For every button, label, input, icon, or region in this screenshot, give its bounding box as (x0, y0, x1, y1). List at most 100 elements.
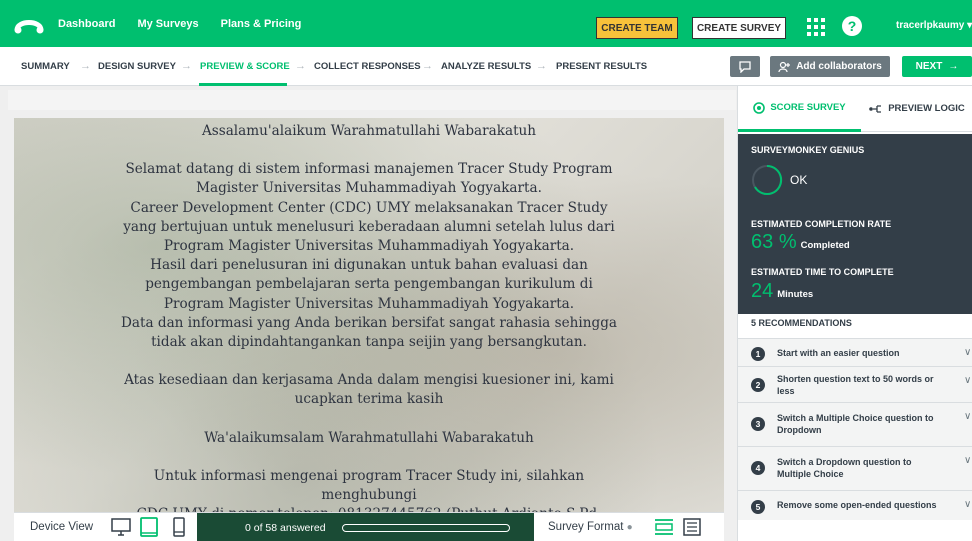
intro-line: Career Development Center (CDC) UMY mela… (130, 199, 608, 216)
device-view-label: Device View (30, 521, 94, 533)
intro-line: pengembangan pembelajaran serta pengemba… (145, 276, 593, 293)
recommendation-text: Shorten question text to 50 words or les… (777, 374, 934, 396)
tab-preview-logic[interactable]: PREVIEW LOGIC (861, 86, 972, 132)
tab-logic-label: PREVIEW LOGIC (888, 103, 965, 114)
recommendation-number: 5 (751, 500, 765, 514)
create-survey-button[interactable]: CREATE SURVEY (692, 17, 786, 39)
score-icon (753, 101, 766, 114)
tab-score-label: SCORE SURVEY (770, 102, 846, 113)
step-collect-responses[interactable]: COLLECT RESPONSES (314, 61, 421, 72)
step-present-results[interactable]: PRESENT RESULTS (556, 61, 647, 72)
step-design-survey[interactable]: DESIGN SURVEY (98, 61, 176, 72)
genius-heading: SURVEYMONKEY GENIUS (751, 145, 865, 155)
completion-rate-symbol: % (778, 231, 797, 253)
recommendations-list: 1 Start with an easier question ∨ 2 Shor… (738, 338, 972, 520)
add-collaborators-button[interactable]: Add collaborators (770, 56, 890, 77)
surveymonkey-logo-icon[interactable] (14, 14, 44, 34)
intro-line: yang bertujuan untuk menelusuri keberada… (123, 218, 615, 235)
intro-line: Data dan informasi yang Anda berikan ber… (120, 314, 617, 331)
progress-bar: 0 of 58 answered (197, 513, 534, 541)
intro-line: Magister Universitas Muhammadiyah Yogyak… (196, 180, 542, 197)
progress-track (342, 524, 510, 532)
progress-text: 0 of 58 answered (245, 522, 326, 534)
time-heading: ESTIMATED TIME TO COMPLETE (751, 267, 894, 277)
preview-area: Assalamu'alaikum Warahmatullahi Wabaraka… (0, 86, 737, 541)
nav-dashboard[interactable]: Dashboard (58, 18, 115, 30)
score-summary: SURVEYMONKEY GENIUS OK ESTIMATED COMPLET… (738, 134, 972, 314)
create-team-button[interactable]: CREATE TEAM (596, 17, 678, 39)
chevron-down-icon: ∨ (964, 499, 972, 510)
recommendations-heading: 5 RECOMMENDATIONS (751, 318, 852, 328)
tablet-icon[interactable] (138, 516, 160, 538)
completion-rate-unit: Completed (800, 240, 850, 251)
genius-status: OK (790, 173, 808, 187)
recommendation-text: Start with an easier question (777, 348, 900, 358)
recommendation-item[interactable]: 1 Start with an easier question ∨ (738, 338, 972, 366)
step-summary[interactable]: SUMMARY (21, 61, 70, 72)
recommendation-number: 2 (751, 378, 765, 392)
recommendation-item[interactable]: 4 Switch a Dropdown question to Multiple… (738, 446, 972, 490)
intro-line: Program Magister Universitas Muhammadiya… (163, 295, 575, 312)
time-value: 24 (751, 280, 774, 302)
recommendation-number: 1 (751, 347, 765, 361)
step-analyze-results[interactable]: ANALYZE RESULTS (441, 61, 531, 72)
arrow-right-icon: → (948, 61, 959, 72)
logic-icon (869, 104, 882, 113)
step-arrow-icon: → (80, 60, 91, 72)
recommendation-item[interactable]: 2 Shorten question text to 50 words or l… (738, 366, 972, 402)
format-one-at-a-time-icon[interactable] (653, 517, 675, 537)
survey-format-label: Survey Format ● (548, 521, 633, 533)
time-estimate: 24 Minutes (751, 280, 813, 303)
chevron-down-icon: ∨ (964, 375, 972, 386)
step-arrow-icon: → (295, 60, 306, 72)
completion-rate: 63 % Completed (751, 231, 850, 254)
preview-header-strip (8, 90, 736, 110)
completion-rate-value: 63 (751, 231, 774, 253)
recommendation-number: 3 (751, 417, 765, 431)
format-scroll-icon[interactable] (682, 517, 702, 537)
genius-ring-icon (752, 164, 783, 195)
step-preview-score[interactable]: PREVIEW & SCORE (200, 61, 290, 72)
intro-line: Assalamu'alaikum Warahmatullahi Wabaraka… (201, 123, 537, 139)
phone-icon[interactable] (168, 516, 190, 538)
intro-line: Selamat datang di sistem informasi manaj… (125, 161, 613, 178)
intro-line: ucapkan terima kasih (294, 391, 444, 408)
desktop-icon[interactable] (110, 516, 132, 538)
apps-grid-icon[interactable] (806, 17, 826, 37)
add-collaborators-label: Add collaborators (796, 61, 882, 72)
intro-line: Atas kesediaan dan kerjasama Anda dalam … (124, 372, 614, 389)
recommendation-item[interactable]: 5 Remove some open-ended questions ∨ (738, 490, 972, 520)
completion-heading: ESTIMATED COMPLETION RATE (751, 219, 892, 229)
help-icon[interactable]: ? (842, 16, 862, 36)
score-panel: SCORE SURVEY PREVIEW LOGIC SURVEYMONKEY … (737, 86, 972, 541)
intro-line: Untuk informasi mengenai program Tracer … (153, 467, 585, 484)
chevron-down-icon: ∨ (964, 411, 972, 422)
next-button[interactable]: NEXT → (902, 56, 972, 77)
recommendation-item[interactable]: 3 Switch a Multiple Choice question to D… (738, 402, 972, 446)
tab-score-survey[interactable]: SCORE SURVEY (738, 86, 861, 132)
top-navbar: Dashboard My Surveys Plans & Pricing CRE… (0, 0, 972, 47)
nav-my-surveys[interactable]: My Surveys (137, 18, 198, 30)
time-unit: Minutes (777, 289, 814, 300)
survey-preview[interactable]: Assalamu'alaikum Warahmatullahi Wabaraka… (14, 118, 724, 541)
comment-icon (739, 60, 751, 73)
intro-line: Program Magister Universitas Muhammadiya… (163, 238, 575, 255)
recommendation-number: 4 (751, 461, 765, 475)
info-icon[interactable]: ● (627, 522, 633, 533)
intro-line: Wa'alaikumsalam Warahmatullahi Wabarakat… (204, 429, 534, 446)
chevron-down-icon: ∨ (964, 455, 972, 466)
step-arrow-icon: → (422, 60, 433, 72)
intro-line: menghubungi (321, 487, 417, 504)
survey-intro-text: Assalamu'alaikum Warahmatullahi Wabaraka… (14, 122, 724, 524)
chevron-down-icon: ∨ (964, 347, 972, 358)
user-menu[interactable]: tracerlpkaumy ▾ (896, 20, 972, 31)
step-arrow-icon: → (536, 60, 547, 72)
add-user-icon (778, 61, 791, 72)
comment-button[interactable] (730, 56, 760, 77)
intro-line: Hasil dari penelusuran ini digunakan unt… (150, 257, 588, 274)
nav-plans-pricing[interactable]: Plans & Pricing (221, 18, 302, 30)
